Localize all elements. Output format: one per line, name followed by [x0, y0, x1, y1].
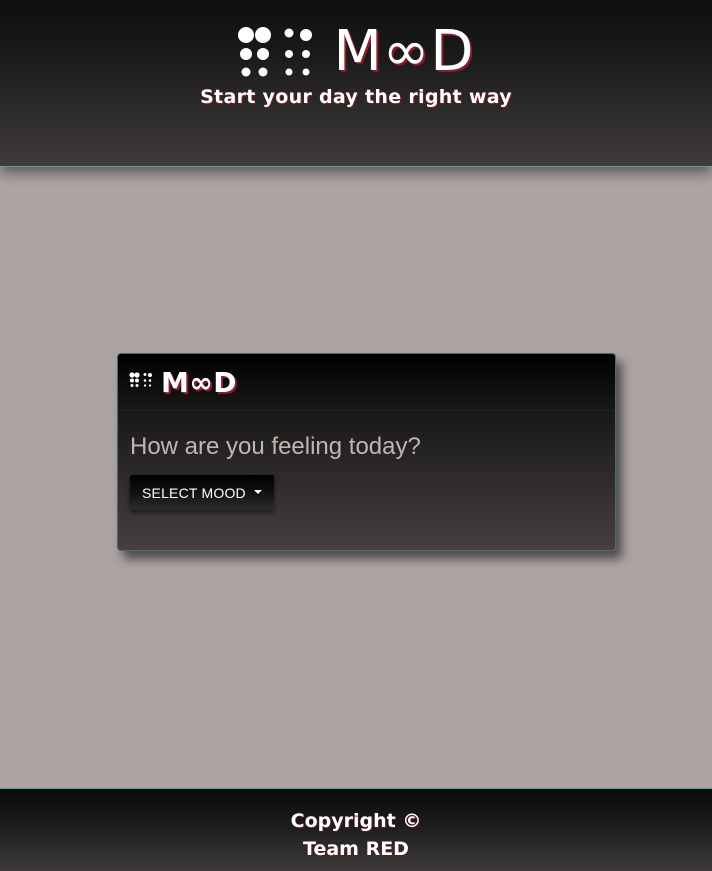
select-mood-label: SELECT MOOD	[142, 484, 246, 501]
tagline: Start your day the right way	[200, 86, 512, 108]
copyright-text: Copyright ©	[290, 810, 422, 832]
mood-question: How are you feeling today?	[130, 433, 421, 460]
braille-dots-icon	[129, 372, 153, 392]
braille-dots-icon	[237, 26, 315, 78]
footer-text: Copyright © Team RED	[0, 789, 712, 863]
card-logo-wordmark: M∞D	[161, 365, 237, 399]
card-body: How are you feeling today? SELECT MOOD	[118, 411, 615, 510]
team-name: Team RED	[303, 838, 409, 860]
select-mood-button[interactable]: SELECT MOOD	[130, 475, 274, 510]
brand-logo[interactable]: M∞D	[237, 22, 474, 82]
logo-wordmark: M∞D	[333, 19, 475, 84]
mood-card: M∞D How are you feeling today? SELECT MO…	[117, 353, 616, 551]
brand: M∞D	[0, 22, 712, 82]
site-footer: Copyright © Team RED	[0, 788, 712, 871]
card-header: M∞D	[118, 354, 615, 411]
site-header: M∞D Start your day the right way	[0, 0, 712, 167]
caret-down-icon	[253, 489, 262, 494]
